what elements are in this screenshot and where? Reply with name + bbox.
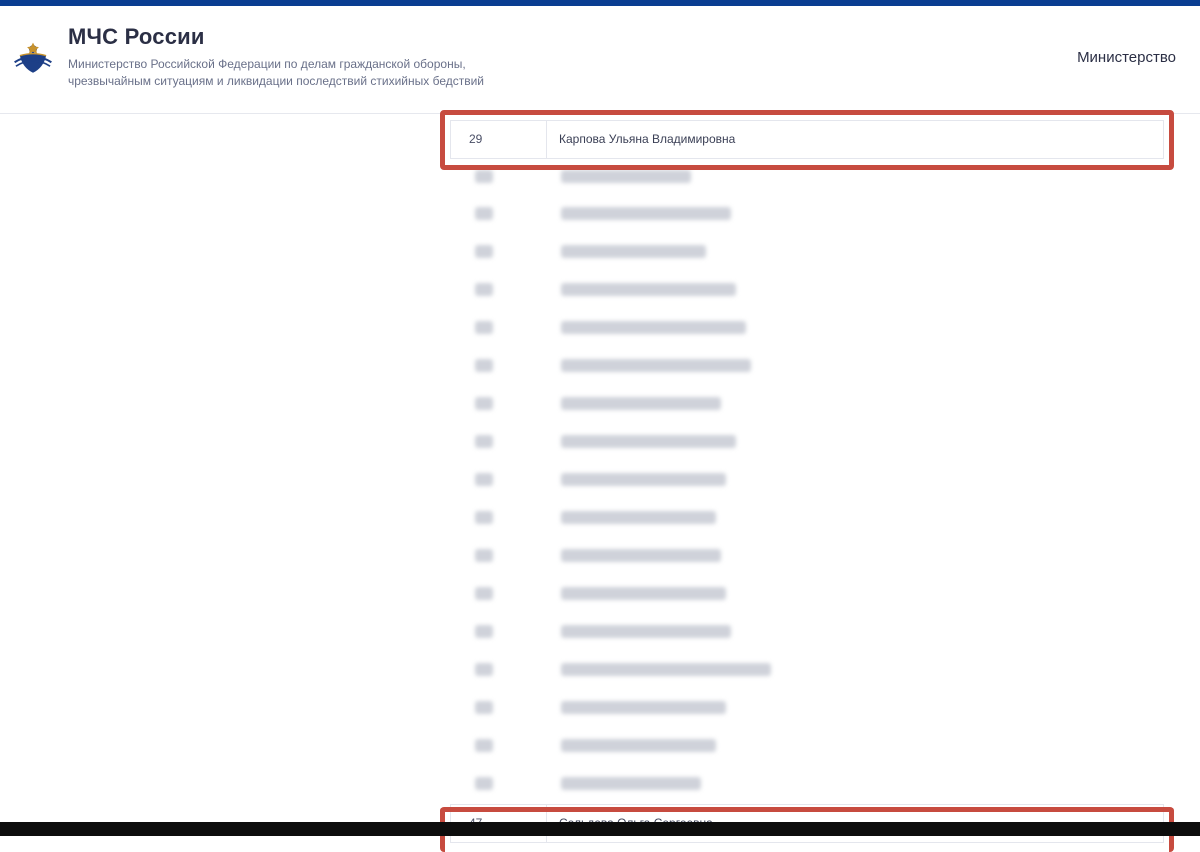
table-row-redacted (451, 728, 1164, 766)
row-name-redacted (547, 310, 1164, 348)
row-number-redacted (451, 728, 547, 766)
content-area: 29 Карпова Ульяна Владимировна 47 Сельде… (0, 114, 1200, 831)
row-number-redacted (451, 576, 547, 614)
row-name-redacted (547, 272, 1164, 310)
table-row-redacted (451, 652, 1164, 690)
table-row-redacted (451, 272, 1164, 310)
row-name-redacted (547, 728, 1164, 766)
logo-wrap (8, 36, 58, 78)
table-row-redacted (451, 424, 1164, 462)
row-name-redacted (547, 652, 1164, 690)
row-number-redacted (451, 424, 547, 462)
people-table: 29 Карпова Ульяна Владимировна 47 Сельде… (450, 120, 1164, 843)
emblem-icon (12, 36, 54, 78)
site-subtitle: Министерство Российской Федерации по дел… (68, 56, 484, 91)
row-name-redacted (547, 690, 1164, 728)
row-number-redacted (451, 158, 547, 196)
row-number-redacted (451, 652, 547, 690)
site-header: МЧС России Министерство Российской Федер… (0, 6, 1200, 114)
table-row-redacted (451, 766, 1164, 804)
row-number-redacted (451, 272, 547, 310)
row-number-redacted (451, 386, 547, 424)
table-row-redacted (451, 158, 1164, 196)
nav-ministry-link[interactable]: Министерство (1077, 49, 1180, 66)
row-name-redacted (547, 196, 1164, 234)
table-row-redacted (451, 196, 1164, 234)
row-number-redacted (451, 690, 547, 728)
table-row-redacted (451, 234, 1164, 272)
row-number-redacted (451, 500, 547, 538)
subtitle-line-1: Министерство Российской Федерации по дел… (68, 57, 466, 71)
site-title: МЧС России (68, 24, 484, 50)
row-number-redacted (451, 196, 547, 234)
row-name-redacted (547, 576, 1164, 614)
table-row-redacted (451, 348, 1164, 386)
row-number-redacted (451, 348, 547, 386)
row-number-redacted (451, 766, 547, 804)
row-name-redacted (547, 386, 1164, 424)
row-name-redacted (547, 766, 1164, 804)
row-name: Карпова Ульяна Владимировна (547, 120, 1164, 158)
title-block: МЧС России Министерство Российской Федер… (68, 24, 484, 91)
row-name-redacted (547, 158, 1164, 196)
row-name-redacted (547, 348, 1164, 386)
row-number: 29 (451, 120, 547, 158)
row-name-redacted (547, 500, 1164, 538)
table-row-redacted (451, 690, 1164, 728)
row-number-redacted (451, 538, 547, 576)
bottom-black-bar (0, 822, 1200, 836)
table-row-redacted (451, 462, 1164, 500)
row-name-redacted (547, 462, 1164, 500)
row-name-redacted (547, 538, 1164, 576)
row-name-redacted (547, 424, 1164, 462)
table-row: 29 Карпова Ульяна Владимировна (451, 120, 1164, 158)
table-row-redacted (451, 576, 1164, 614)
row-name-redacted (547, 614, 1164, 652)
row-number-redacted (451, 614, 547, 652)
row-name-redacted (547, 234, 1164, 272)
row-number-redacted (451, 310, 547, 348)
table-row-redacted (451, 386, 1164, 424)
table-row-redacted (451, 614, 1164, 652)
subtitle-line-2: чрезвычайным ситуациям и ликвидации посл… (68, 74, 484, 88)
table-row-redacted (451, 310, 1164, 348)
row-number-redacted (451, 234, 547, 272)
row-number-redacted (451, 462, 547, 500)
table-row-redacted (451, 538, 1164, 576)
table-row-redacted (451, 500, 1164, 538)
